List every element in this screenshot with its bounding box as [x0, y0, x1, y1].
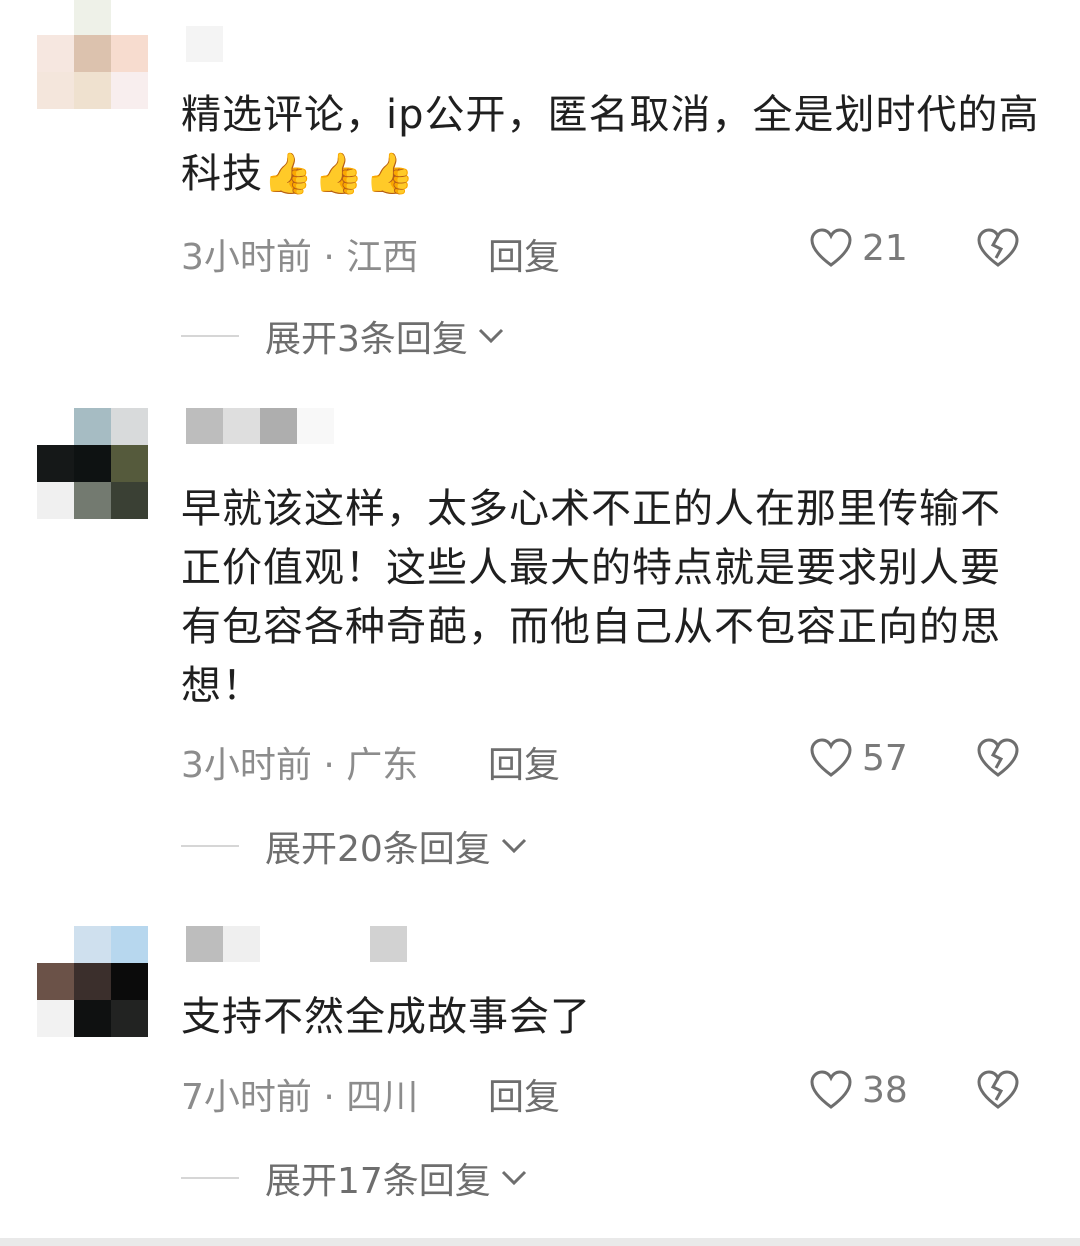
reply-button[interactable]: 回复	[488, 1068, 560, 1120]
avatar[interactable]	[37, 408, 149, 520]
chevron-down-icon	[501, 1170, 526, 1186]
time-location: 7小时前 · 四川	[181, 1077, 419, 1118]
expand-replies[interactable]: 展开20条回复	[181, 824, 529, 870]
dislike-button[interactable]	[977, 227, 1019, 269]
divider	[181, 335, 239, 337]
time-location: 3小时前 · 广东	[181, 745, 419, 786]
comment-3: 支持不然全成故事会了 7小时前 · 四川 回复 38 展开17条回复	[0, 900, 1080, 1238]
like-button[interactable]: 57	[810, 736, 908, 780]
broken-heart-icon	[977, 1070, 1019, 1109]
like-count: 21	[862, 227, 908, 269]
expand-replies-label: 展开3条回复	[265, 319, 468, 360]
bottom-divider	[0, 1238, 1080, 1246]
chevron-down-icon	[478, 328, 503, 344]
broken-heart-icon	[977, 228, 1019, 267]
expand-replies[interactable]: 展开3条回复	[181, 314, 506, 360]
thumbs-up-emoji: 👍👍👍	[263, 151, 416, 197]
heart-outline-icon	[810, 738, 852, 777]
chevron-down-icon	[501, 838, 526, 854]
like-button[interactable]: 21	[810, 226, 908, 270]
expand-replies[interactable]: 展开17条回复	[181, 1156, 529, 1202]
like-button[interactable]: 38	[810, 1068, 908, 1112]
comment-text: 支持不然全成故事会了	[181, 994, 591, 1040]
heart-outline-icon	[810, 1070, 852, 1109]
avatar[interactable]	[37, 0, 149, 110]
comment-text: 早就该这样，太多心术不正的人在那里传输不正价值观！这些人最大的特点就是要求别人要…	[181, 486, 1001, 709]
dislike-button[interactable]	[977, 1069, 1019, 1111]
comment-2: 早就该这样，太多心术不正的人在那里传输不正价值观！这些人最大的特点就是要求别人要…	[0, 380, 1080, 900]
avatar[interactable]	[37, 926, 149, 1038]
comment-1: 精选评论，ip公开，匿名取消，全是划时代的高科技👍👍👍 3小时前 · 江西 回复…	[0, 0, 1080, 380]
heart-outline-icon	[810, 228, 852, 267]
like-count: 57	[862, 737, 908, 779]
reply-button[interactable]: 回复	[488, 228, 560, 280]
divider	[181, 845, 239, 847]
dislike-button[interactable]	[977, 737, 1019, 779]
like-count: 38	[862, 1069, 908, 1111]
expand-replies-label: 展开17条回复	[265, 1161, 491, 1202]
divider	[181, 1177, 239, 1179]
broken-heart-icon	[977, 738, 1019, 777]
time-location: 3小时前 · 江西	[181, 237, 419, 278]
reply-button[interactable]: 回复	[488, 736, 560, 788]
expand-replies-label: 展开20条回复	[265, 829, 491, 870]
comment-text: 精选评论，ip公开，匿名取消，全是划时代的高科技👍👍👍	[181, 86, 1041, 204]
